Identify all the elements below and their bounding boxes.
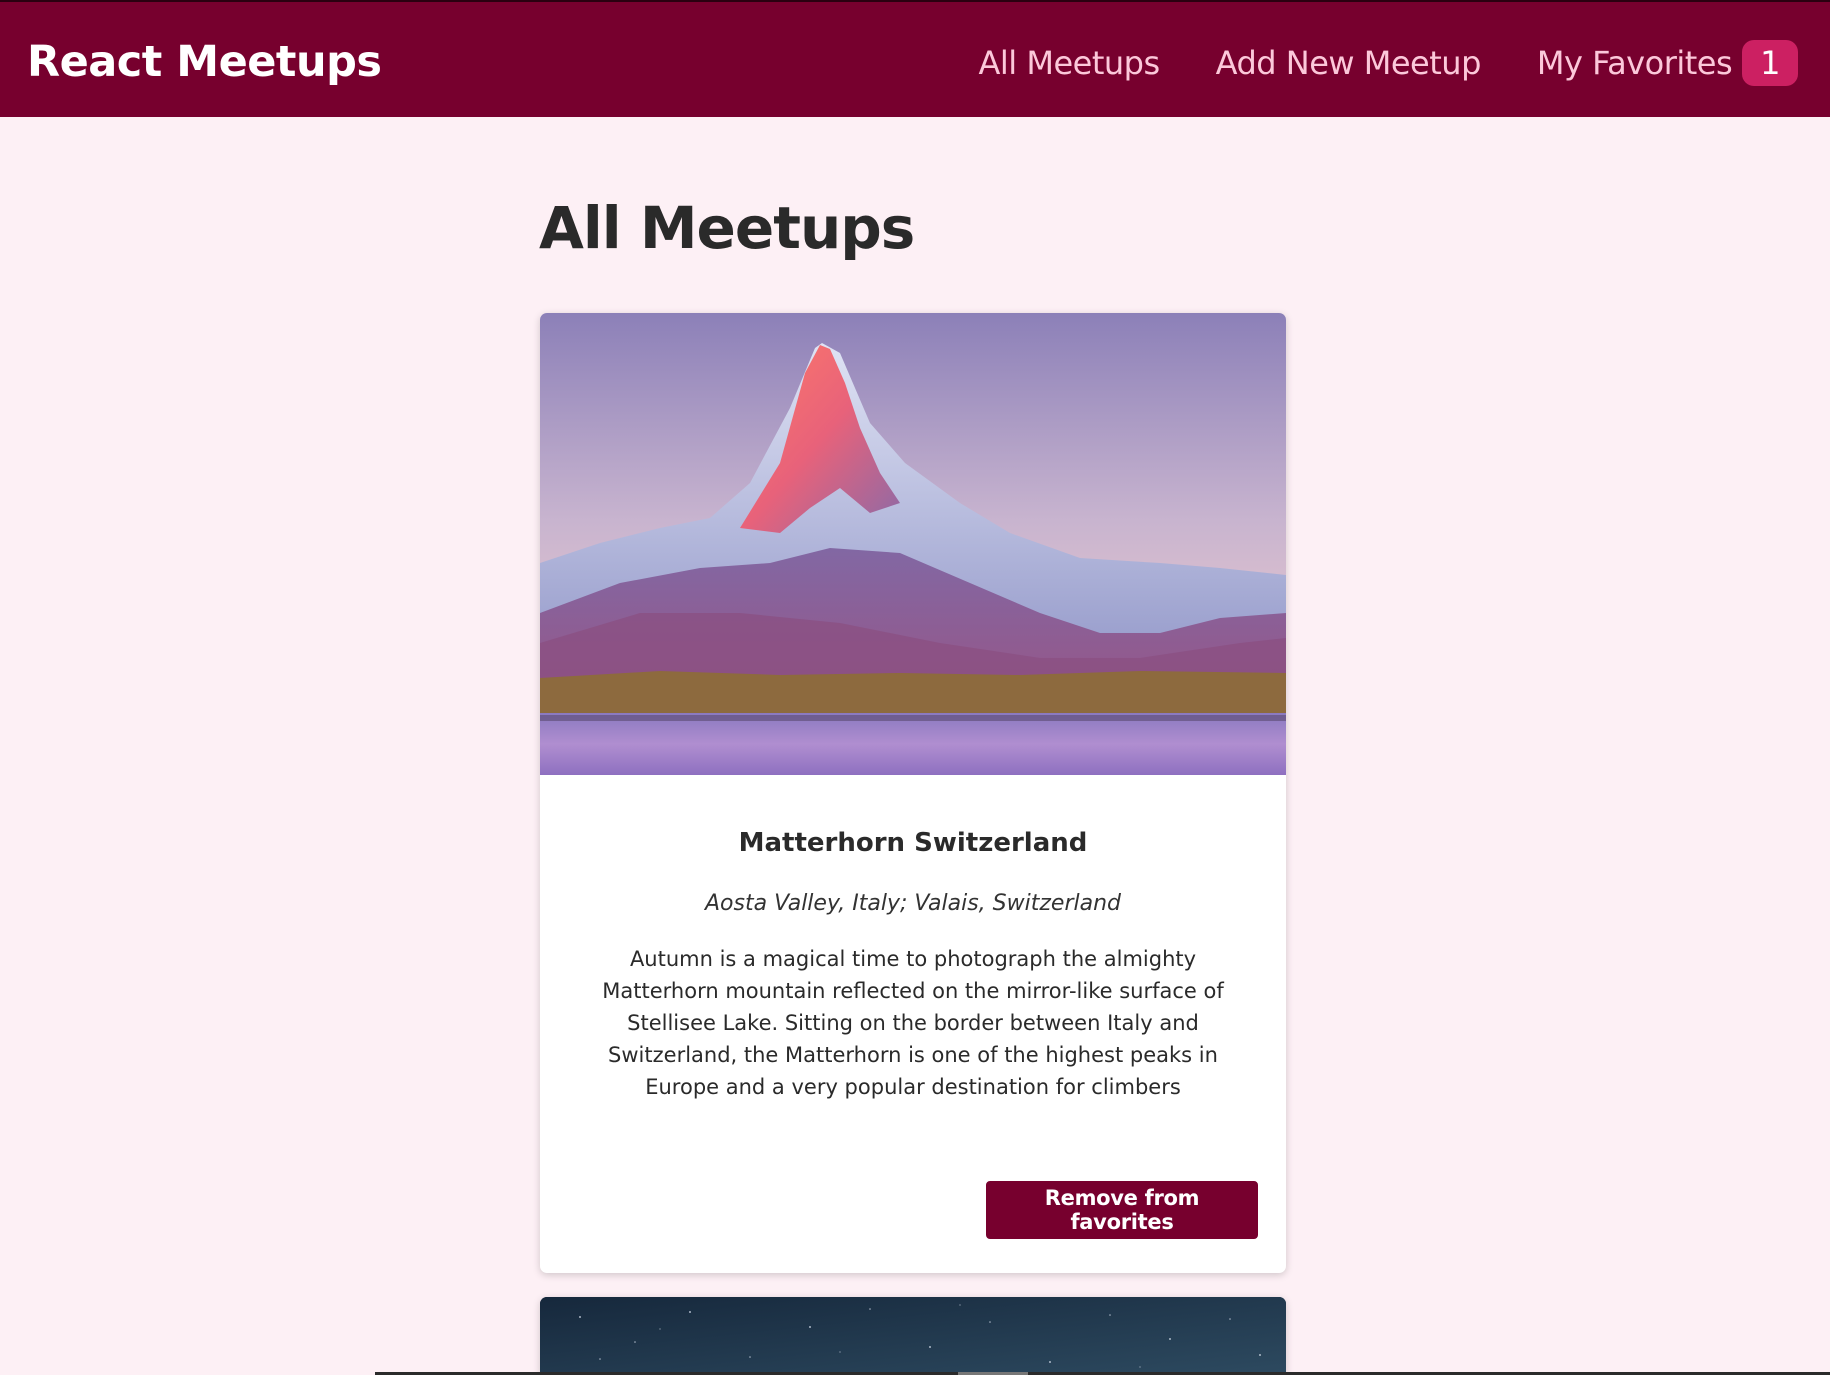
meetup-card: Matterhorn Switzerland Aosta Valley, Ita… xyxy=(540,313,1286,1273)
favorites-count-badge: 1 xyxy=(1742,40,1798,86)
meetup-actions: Remove from favorites xyxy=(986,1181,1258,1239)
nav-link-my-favorites[interactable]: My Favorites 1 xyxy=(1537,40,1798,86)
meetup-title: Matterhorn Switzerland xyxy=(738,828,1088,858)
meetup-address: Aosta Valley, Italy; Valais, Switzerland xyxy=(705,891,1121,916)
meetup-content: Matterhorn Switzerland Aosta Valley, Ita… xyxy=(540,825,1286,1103)
logo: React Meetups xyxy=(27,37,382,87)
meetup-description: Autumn is a magical time to photograph t… xyxy=(602,947,1224,1099)
remove-from-favorites-button[interactable]: Remove from favorites xyxy=(986,1181,1258,1239)
main-header: React Meetups All Meetups Add New Meetup… xyxy=(0,0,1830,117)
nav-link-my-favorites-label: My Favorites xyxy=(1536,44,1733,82)
meetup-image xyxy=(540,313,1286,775)
page-title: All Meetups xyxy=(539,194,915,262)
main-navigation: All Meetups Add New Meetup My Favorites … xyxy=(979,36,1798,90)
nav-link-add-new-meetup[interactable]: Add New Meetup xyxy=(1216,44,1482,82)
meetup-card-next xyxy=(540,1297,1286,1375)
nav-link-all-meetups[interactable]: All Meetups xyxy=(979,44,1161,82)
meetup-image-next xyxy=(540,1297,1286,1375)
